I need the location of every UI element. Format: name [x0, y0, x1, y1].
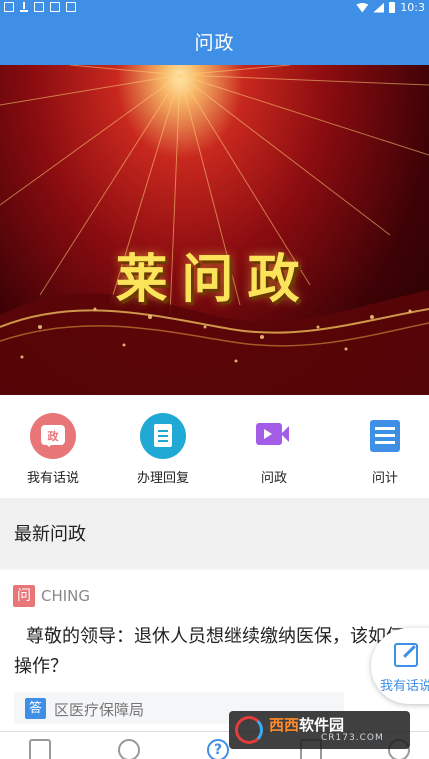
- question-user: CHING: [41, 587, 91, 605]
- banner-image[interactable]: 莱问政: [0, 65, 429, 395]
- speech-bubble-icon: 政: [30, 413, 76, 459]
- signal-icon: [373, 2, 385, 13]
- quick-action-label: 问计: [371, 471, 398, 486]
- watermark-brand-a: 西西: [269, 716, 300, 734]
- quick-action-speak[interactable]: 政 我有话说: [3, 413, 103, 486]
- user-circle-icon[interactable]: [118, 739, 140, 759]
- quick-action-inquiry[interactable]: 问政: [224, 413, 324, 486]
- status-bar: 10:3: [0, 0, 429, 17]
- speech-bubble-glyph: 政: [47, 430, 59, 443]
- floating-button-label: 我有话说: [380, 679, 429, 694]
- gallery-notification-icon: [34, 2, 44, 12]
- video-camera-icon: [251, 413, 297, 459]
- quick-action-label: 我有话说: [26, 471, 79, 486]
- app-notification-icon: [66, 2, 76, 12]
- section-header: 最新问政: [0, 498, 429, 568]
- status-time: 10:3: [400, 1, 425, 14]
- section-title: 最新问政: [14, 524, 86, 545]
- title-bar: 问政: [0, 17, 429, 65]
- question-tag: 问: [13, 585, 35, 607]
- document-icon: [140, 413, 186, 459]
- quick-action-reply[interactable]: 办理回复: [113, 413, 213, 486]
- status-right-icons: 10:3: [356, 1, 425, 14]
- wifi-icon: [356, 2, 369, 13]
- download-icon: [20, 2, 28, 12]
- quick-action-label: 办理回复: [136, 471, 189, 486]
- help-icon[interactable]: ?: [207, 739, 229, 759]
- home-icon[interactable]: [29, 739, 51, 759]
- form-icon: [362, 413, 408, 459]
- gallery-notification-icon-2: [50, 2, 60, 12]
- banner-title: 莱问政: [115, 249, 314, 310]
- watermark-brand-b: 软件园: [299, 716, 345, 734]
- battery-icon: [389, 2, 396, 13]
- watermark: 西西软件园 CR173.COM: [229, 711, 410, 749]
- quick-actions: 政 我有话说 办理回复 问政 问计: [0, 395, 429, 498]
- question-text: 尊敬的领导：退休人员想继续缴纳医保，该如何操作？: [14, 626, 404, 677]
- edit-icon: [394, 643, 418, 667]
- watermark-title: 西西软件园: [269, 714, 344, 735]
- image-notification-icon: [4, 2, 14, 12]
- answer-tag: 答: [25, 698, 46, 719]
- banner-art: [0, 65, 429, 395]
- app-screen: 10:3 问政 莱问政 政 我有话说 办理回复 问政 问计 最新问政 问 CHI…: [0, 0, 429, 759]
- watermark-logo-icon: [235, 716, 263, 744]
- status-left-icons: [4, 2, 76, 12]
- quick-action-advice[interactable]: 问计: [335, 413, 429, 486]
- reply-department: 区医疗保障局: [54, 701, 145, 719]
- page-title: 问政: [194, 31, 235, 54]
- quick-action-label: 问政: [260, 471, 287, 486]
- watermark-url: CR173.COM: [321, 733, 384, 743]
